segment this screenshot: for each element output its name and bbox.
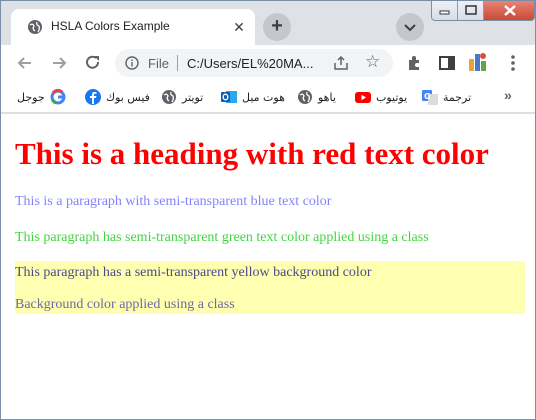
profile-button[interactable] [467,51,489,73]
bookmark-translate[interactable]: G ترجمة [422,88,471,106]
bookmarks-bar: جوجل فيس بوك تويتر هوت ميل ياهو يوتيوب G… [1,81,535,113]
divider [177,55,178,71]
svg-text:G: G [424,92,431,101]
extensions-button[interactable] [405,53,425,73]
reload-icon [86,55,100,69]
bookmark-twitter[interactable]: تويتر [161,88,203,106]
side-panel-button[interactable] [437,53,457,73]
close-icon[interactable]: ✕ [231,19,247,35]
chevron-down-icon [404,24,416,32]
facebook-icon [85,89,101,105]
star-icon[interactable]: ☆ [365,53,380,71]
minimize-icon [439,10,450,15]
address-bar[interactable]: File C:/Users/EL%20MA... ☆ [115,49,393,77]
globe-icon [27,19,43,35]
bookmark-label: جوجل [17,90,45,104]
back-arrow-icon [17,57,31,69]
scheme-label: File [148,56,169,71]
extensions-icon [409,56,419,70]
profile-icon [469,53,486,71]
blue-paragraph: This is a paragraph with semi-transparen… [15,194,332,209]
outlook-icon [221,89,237,105]
info-icon[interactable] [125,56,139,70]
google-translate-icon: G [422,89,438,105]
close-icon [504,5,516,16]
reload-button[interactable] [83,53,103,73]
tab-hsla-colors[interactable]: HSLA Colors Example ✕ [11,9,255,45]
tab-title: HSLA Colors Example [51,19,170,33]
close-window-button[interactable] [484,1,534,20]
bookmark-yahoo[interactable]: ياهو [297,88,336,106]
bookmark-youtube[interactable]: يوتيوب [355,88,407,106]
bookmark-google[interactable]: جوجل [17,88,66,106]
bookmark-label: تويتر [182,90,204,104]
tab-strip: HSLA Colors Example ✕ + [1,1,535,45]
tab-search-button[interactable] [396,13,424,41]
url-text[interactable]: C:/Users/EL%20MA... [187,56,313,71]
yellow-background-block: This paragraph has a semi-transparent ye… [15,261,525,314]
yellow-paragraph: This paragraph has a semi-transparent ye… [15,265,372,280]
youtube-icon [355,89,371,105]
menu-button[interactable] [503,53,523,73]
page-heading: This is a heading with red text color [15,136,489,171]
bookmark-hotmail[interactable]: هوت ميل [221,88,285,106]
menu-icon [511,55,515,71]
bookmark-facebook[interactable]: فيس بوك [85,88,150,106]
window-controls [431,1,535,21]
maximize-button[interactable] [458,1,484,20]
forward-arrow-icon [53,57,67,69]
google-icon [50,88,66,105]
page-content: This is a heading with red text color Th… [1,114,535,419]
side-panel-icon [439,56,455,70]
new-tab-button[interactable]: + [263,13,291,41]
bookmark-label: فيس بوك [106,90,150,104]
browser-window: HSLA Colors Example ✕ + File C:/Users/EL… [0,0,536,420]
bookmark-label: ترجمة [443,90,472,104]
back-button[interactable] [15,53,35,73]
globe-icon [161,89,177,105]
bookmark-label: يوتيوب [376,90,408,104]
globe-icon [297,89,313,105]
bookmarks-overflow-button[interactable]: » [504,87,512,103]
class-background-paragraph: Background color applied using a class [15,297,235,312]
toolbar: File C:/Users/EL%20MA... ☆ [1,45,535,81]
forward-button[interactable] [49,53,69,73]
bookmark-label: هوت ميل [242,90,285,104]
share-icon[interactable] [333,55,349,71]
minimize-button[interactable] [432,1,458,20]
maximize-icon [465,5,477,15]
bookmark-label: ياهو [318,90,336,104]
green-paragraph: This paragraph has semi-transparent gree… [15,230,429,245]
